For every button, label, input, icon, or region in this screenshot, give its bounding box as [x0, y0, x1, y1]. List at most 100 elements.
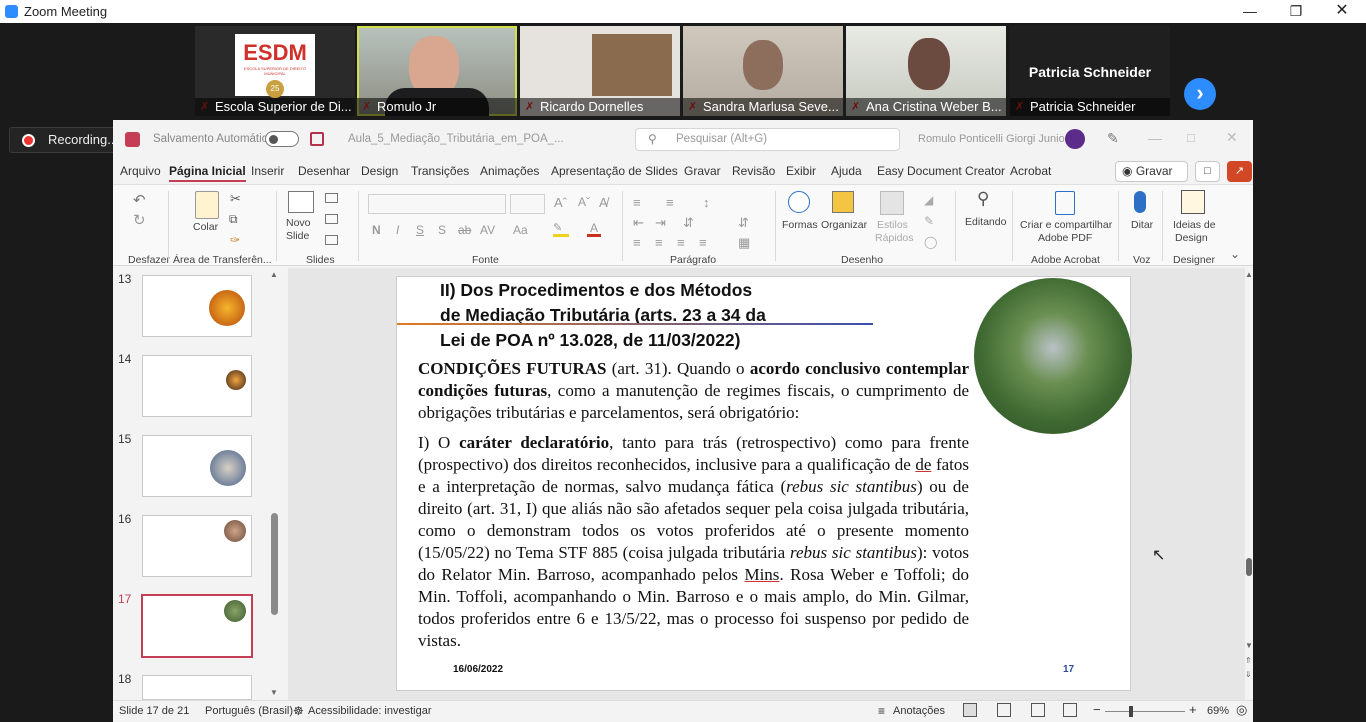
align-right-icon[interactable]: ≡	[677, 235, 685, 250]
collapse-ribbon-icon[interactable]: ⌄	[1230, 247, 1240, 261]
text-direction-icon[interactable]: ⇵	[683, 215, 694, 231]
slide-canvas[interactable]: II) Dos Procedimentos e dos Métodos de M…	[396, 276, 1132, 691]
new-slide-icon[interactable]	[288, 191, 314, 213]
align-text-icon[interactable]: ⇵	[738, 215, 749, 231]
next-page-button[interactable]: ›	[1184, 78, 1216, 110]
participant-tile[interactable]: ✗ Romulo Jr	[357, 26, 517, 116]
paste-icon[interactable]	[195, 191, 219, 219]
tab-easy-document-creator[interactable]: Easy Document Creator	[877, 164, 1005, 178]
minimize-icon[interactable]: —	[1148, 130, 1162, 146]
tab-animacoes[interactable]: Animações	[480, 164, 539, 178]
microphone-icon[interactable]	[1134, 191, 1146, 213]
minimize-button[interactable]: —	[1227, 1, 1273, 22]
shape-effects-icon[interactable]: ◯	[924, 235, 937, 249]
participant-tile[interactable]: Patricia Schneider ✗ Patricia Schneider	[1010, 26, 1170, 116]
font-family-select[interactable]	[368, 194, 506, 214]
pen-icon[interactable]: ✎	[1107, 130, 1119, 147]
maximize-icon[interactable]: □	[1187, 130, 1195, 145]
notes-button[interactable]: Anotações	[893, 705, 945, 717]
normal-view-icon[interactable]	[963, 703, 977, 717]
arrange-button[interactable]: Organizar	[821, 219, 867, 231]
bold-icon[interactable]: N	[372, 223, 381, 237]
scroll-down-icon[interactable]: ▼	[1245, 641, 1253, 650]
tab-transicoes[interactable]: Transições	[411, 164, 469, 178]
previous-slide-icon[interactable]: ⇑	[1245, 656, 1252, 665]
zoom-level[interactable]: 69%	[1207, 705, 1229, 717]
thumbnail-scrollbar[interactable]	[271, 513, 278, 615]
grow-font-icon[interactable]: Aˆ	[554, 195, 567, 210]
shape-fill-icon[interactable]: ◢	[924, 193, 933, 207]
create-pdf-button[interactable]: Criar e compartilhar	[1020, 219, 1112, 231]
maximize-button[interactable]: ❐	[1273, 1, 1319, 22]
italic-icon[interactable]: I	[396, 223, 399, 237]
tab-pagina-inicial[interactable]: Página Inicial	[169, 164, 246, 182]
increase-indent-icon[interactable]: ⇥	[655, 215, 666, 231]
slide-thumbnail-selected[interactable]	[141, 594, 253, 658]
shrink-font-icon[interactable]: Aˇ	[578, 195, 590, 209]
arrange-icon[interactable]	[832, 191, 854, 213]
zoom-slider[interactable]	[1105, 711, 1185, 712]
highlight-icon[interactable]: ✎	[553, 221, 569, 237]
smartart-icon[interactable]: ▦	[738, 235, 750, 251]
language[interactable]: Português (Brasil)	[205, 705, 293, 717]
char-spacing-icon[interactable]: AV	[480, 223, 495, 237]
paste-button[interactable]: Colar	[193, 221, 218, 233]
create-pdf-icon[interactable]	[1055, 191, 1075, 215]
tab-gravar[interactable]: Gravar	[684, 164, 721, 178]
strikethrough-icon[interactable]: ab	[458, 223, 471, 237]
participant-tile[interactable]: ✗ Ricardo Dornelles	[520, 26, 680, 116]
design-ideas-icon[interactable]	[1181, 190, 1205, 214]
file-name[interactable]: Aula_5_Mediação_Tributária_em_POA_...	[348, 133, 564, 145]
tab-acrobat[interactable]: Acrobat	[1010, 164, 1051, 178]
participant-tile[interactable]: ESDM ESCOLA SUPERIOR DE DIREITO MUNICIPA…	[195, 26, 355, 116]
slide-thumbnail[interactable]	[142, 515, 252, 577]
section-icon[interactable]	[325, 235, 338, 245]
format-painter-icon[interactable]: ✑	[230, 233, 240, 247]
shape-outline-icon[interactable]: ✎	[924, 214, 934, 228]
line-spacing-icon[interactable]: ↕	[703, 195, 710, 210]
bullets-icon[interactable]: ≡	[633, 195, 641, 210]
change-case-icon[interactable]: Aa	[513, 223, 528, 237]
quick-styles-icon[interactable]	[880, 191, 904, 215]
underline-icon[interactable]: S	[416, 223, 424, 237]
numbering-icon[interactable]: ≡	[666, 195, 674, 210]
slide-thumbnail[interactable]	[142, 675, 252, 700]
shapes-button[interactable]: Formas	[782, 219, 818, 231]
accessibility-icon[interactable]: ☸	[293, 704, 304, 718]
zoom-slider-thumb[interactable]	[1129, 706, 1133, 717]
scroll-down-icon[interactable]: ▼	[270, 688, 278, 697]
comments-icon[interactable]: □	[1195, 161, 1220, 182]
find-icon[interactable]: ⚲	[977, 189, 989, 209]
tab-arquivo[interactable]: Arquivo	[120, 164, 161, 178]
scroll-up-icon[interactable]: ▲	[1245, 270, 1253, 279]
redo-icon[interactable]: ↻	[133, 211, 146, 229]
record-button[interactable]: ◉ Gravar	[1115, 161, 1188, 182]
zoom-out-icon[interactable]: −	[1093, 702, 1101, 717]
align-left-icon[interactable]: ≡	[633, 235, 641, 250]
copy-icon[interactable]: ⧉	[229, 212, 238, 227]
slide-sorter-icon[interactable]	[997, 703, 1011, 717]
fit-to-window-icon[interactable]: ◎	[1236, 702, 1247, 718]
slide-scrollbar[interactable]: ▲ ▼ ⇑ ⇓	[1245, 268, 1253, 700]
slideshow-icon[interactable]	[1063, 703, 1077, 717]
participant-tile[interactable]: ✗ Ana Cristina Weber B...	[846, 26, 1006, 116]
scroll-up-icon[interactable]: ▲	[270, 270, 278, 279]
decrease-indent-icon[interactable]: ⇤	[633, 215, 644, 231]
close-icon[interactable]: ✕	[1226, 129, 1238, 146]
tab-revisao[interactable]: Revisão	[732, 164, 775, 178]
tab-inserir[interactable]: Inserir	[251, 164, 284, 178]
new-slide-button[interactable]: Novo	[286, 217, 311, 229]
clear-format-icon[interactable]: A̸	[599, 195, 608, 210]
dictate-button[interactable]: Ditar	[1131, 219, 1153, 231]
shapes-icon[interactable]	[788, 191, 810, 213]
accessibility-status[interactable]: Acessibilidade: investigar	[308, 705, 432, 717]
tab-design[interactable]: Design	[361, 164, 398, 178]
autosave-toggle[interactable]	[265, 131, 299, 147]
scroll-thumb[interactable]	[1246, 558, 1252, 576]
slide-thumbnail[interactable]	[142, 435, 252, 497]
justify-icon[interactable]: ≡	[699, 235, 707, 250]
share-icon[interactable]: ↗	[1227, 161, 1252, 182]
close-button[interactable]: ✕	[1319, 1, 1365, 22]
reading-view-icon[interactable]	[1031, 703, 1045, 717]
notes-icon[interactable]: ≡	[878, 704, 885, 718]
